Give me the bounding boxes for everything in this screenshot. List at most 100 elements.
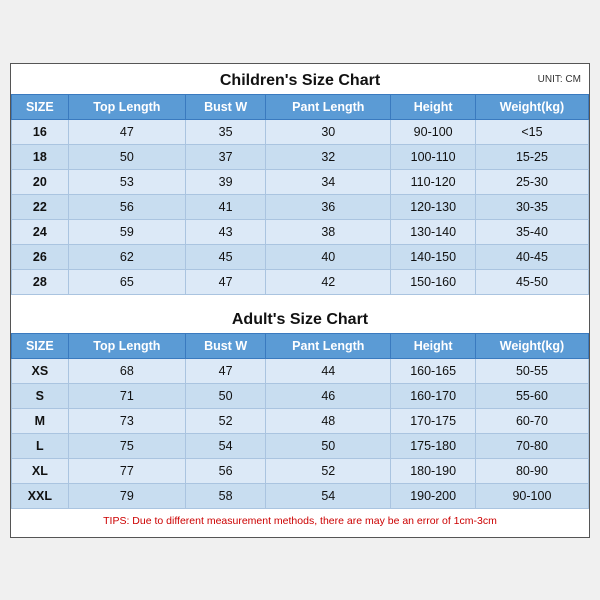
table-row: 22564136120-13030-35 bbox=[12, 194, 589, 219]
table-cell: 150-160 bbox=[391, 269, 476, 294]
table-cell: 68 bbox=[68, 358, 185, 383]
table-cell: 56 bbox=[185, 458, 265, 483]
table-row: 24594338130-14035-40 bbox=[12, 219, 589, 244]
table-cell: 54 bbox=[266, 483, 391, 508]
adult-col-header-bust-w: Bust W bbox=[185, 333, 265, 358]
col-header-bust-w: Bust W bbox=[185, 94, 265, 119]
table-cell: 70-80 bbox=[475, 433, 588, 458]
table-cell: 65 bbox=[68, 269, 185, 294]
col-header-top-length: Top Length bbox=[68, 94, 185, 119]
table-cell: 130-140 bbox=[391, 219, 476, 244]
table-cell: 52 bbox=[185, 408, 265, 433]
table-cell: 110-120 bbox=[391, 169, 476, 194]
table-cell: 28 bbox=[12, 269, 69, 294]
table-cell: 18 bbox=[12, 144, 69, 169]
table-cell: 15-25 bbox=[475, 144, 588, 169]
table-cell: 47 bbox=[185, 358, 265, 383]
table-cell: L bbox=[12, 433, 69, 458]
table-row: 20533934110-12025-30 bbox=[12, 169, 589, 194]
table-cell: 180-190 bbox=[391, 458, 476, 483]
table-cell: 48 bbox=[266, 408, 391, 433]
table-cell: 38 bbox=[266, 219, 391, 244]
table-row: XL775652180-19080-90 bbox=[12, 458, 589, 483]
table-cell: 170-175 bbox=[391, 408, 476, 433]
table-cell: 73 bbox=[68, 408, 185, 433]
table-cell: 100-110 bbox=[391, 144, 476, 169]
table-cell: 44 bbox=[266, 358, 391, 383]
table-cell: 75 bbox=[68, 433, 185, 458]
table-cell: 20 bbox=[12, 169, 69, 194]
table-cell: 16 bbox=[12, 119, 69, 144]
adult-title-text: Adult's Size Chart bbox=[232, 311, 368, 328]
col-header-height: Height bbox=[391, 94, 476, 119]
table-cell: 30 bbox=[266, 119, 391, 144]
table-cell: 34 bbox=[266, 169, 391, 194]
table-cell: 58 bbox=[185, 483, 265, 508]
table-row: L755450175-18070-80 bbox=[12, 433, 589, 458]
table-cell: 37 bbox=[185, 144, 265, 169]
table-cell: 53 bbox=[68, 169, 185, 194]
table-row: XXL795854190-20090-100 bbox=[12, 483, 589, 508]
table-cell: M bbox=[12, 408, 69, 433]
tips-text: TIPS: Due to different measurement metho… bbox=[11, 509, 589, 529]
table-cell: 59 bbox=[68, 219, 185, 244]
table-cell: 71 bbox=[68, 383, 185, 408]
table-cell: 50 bbox=[185, 383, 265, 408]
chart-container: Children's Size Chart UNIT: CM SIZE Top … bbox=[10, 63, 590, 538]
table-cell: 47 bbox=[185, 269, 265, 294]
table-cell: 30-35 bbox=[475, 194, 588, 219]
table-cell: <15 bbox=[475, 119, 588, 144]
table-cell: 35-40 bbox=[475, 219, 588, 244]
table-cell: XXL bbox=[12, 483, 69, 508]
table-cell: 26 bbox=[12, 244, 69, 269]
table-cell: 120-130 bbox=[391, 194, 476, 219]
table-cell: 47 bbox=[68, 119, 185, 144]
adult-col-header-weight: Weight(kg) bbox=[475, 333, 588, 358]
table-cell: 77 bbox=[68, 458, 185, 483]
table-row: S715046160-17055-60 bbox=[12, 383, 589, 408]
table-cell: 22 bbox=[12, 194, 69, 219]
table-cell: 56 bbox=[68, 194, 185, 219]
table-cell: 55-60 bbox=[475, 383, 588, 408]
adult-section-title: Adult's Size Chart bbox=[11, 303, 589, 333]
table-cell: 90-100 bbox=[391, 119, 476, 144]
table-cell: 46 bbox=[266, 383, 391, 408]
table-cell: 42 bbox=[266, 269, 391, 294]
table-cell: 54 bbox=[185, 433, 265, 458]
table-cell: 45 bbox=[185, 244, 265, 269]
col-header-pant-length: Pant Length bbox=[266, 94, 391, 119]
table-cell: XL bbox=[12, 458, 69, 483]
table-cell: 175-180 bbox=[391, 433, 476, 458]
section-divider bbox=[11, 295, 589, 301]
adult-col-header-height: Height bbox=[391, 333, 476, 358]
table-cell: 43 bbox=[185, 219, 265, 244]
children-header-row: SIZE Top Length Bust W Pant Length Heigh… bbox=[12, 94, 589, 119]
table-cell: 160-165 bbox=[391, 358, 476, 383]
table-cell: 40-45 bbox=[475, 244, 588, 269]
table-cell: 90-100 bbox=[475, 483, 588, 508]
table-cell: 36 bbox=[266, 194, 391, 219]
adult-col-header-size: SIZE bbox=[12, 333, 69, 358]
table-cell: 190-200 bbox=[391, 483, 476, 508]
table-cell: 32 bbox=[266, 144, 391, 169]
table-row: M735248170-17560-70 bbox=[12, 408, 589, 433]
children-section-title: Children's Size Chart UNIT: CM bbox=[11, 64, 589, 94]
table-cell: XS bbox=[12, 358, 69, 383]
children-title-text: Children's Size Chart bbox=[220, 72, 380, 89]
table-cell: 41 bbox=[185, 194, 265, 219]
col-header-weight: Weight(kg) bbox=[475, 94, 588, 119]
table-cell: 62 bbox=[68, 244, 185, 269]
table-cell: 50 bbox=[68, 144, 185, 169]
table-cell: 50-55 bbox=[475, 358, 588, 383]
table-cell: 80-90 bbox=[475, 458, 588, 483]
table-cell: 24 bbox=[12, 219, 69, 244]
table-cell: 140-150 bbox=[391, 244, 476, 269]
table-row: 26624540140-15040-45 bbox=[12, 244, 589, 269]
children-size-table: SIZE Top Length Bust W Pant Length Heigh… bbox=[11, 94, 589, 295]
adult-size-table: SIZE Top Length Bust W Pant Length Heigh… bbox=[11, 333, 589, 509]
table-cell: 25-30 bbox=[475, 169, 588, 194]
adult-col-header-pant-length: Pant Length bbox=[266, 333, 391, 358]
table-cell: 35 bbox=[185, 119, 265, 144]
table-cell: 39 bbox=[185, 169, 265, 194]
adult-col-header-top-length: Top Length bbox=[68, 333, 185, 358]
